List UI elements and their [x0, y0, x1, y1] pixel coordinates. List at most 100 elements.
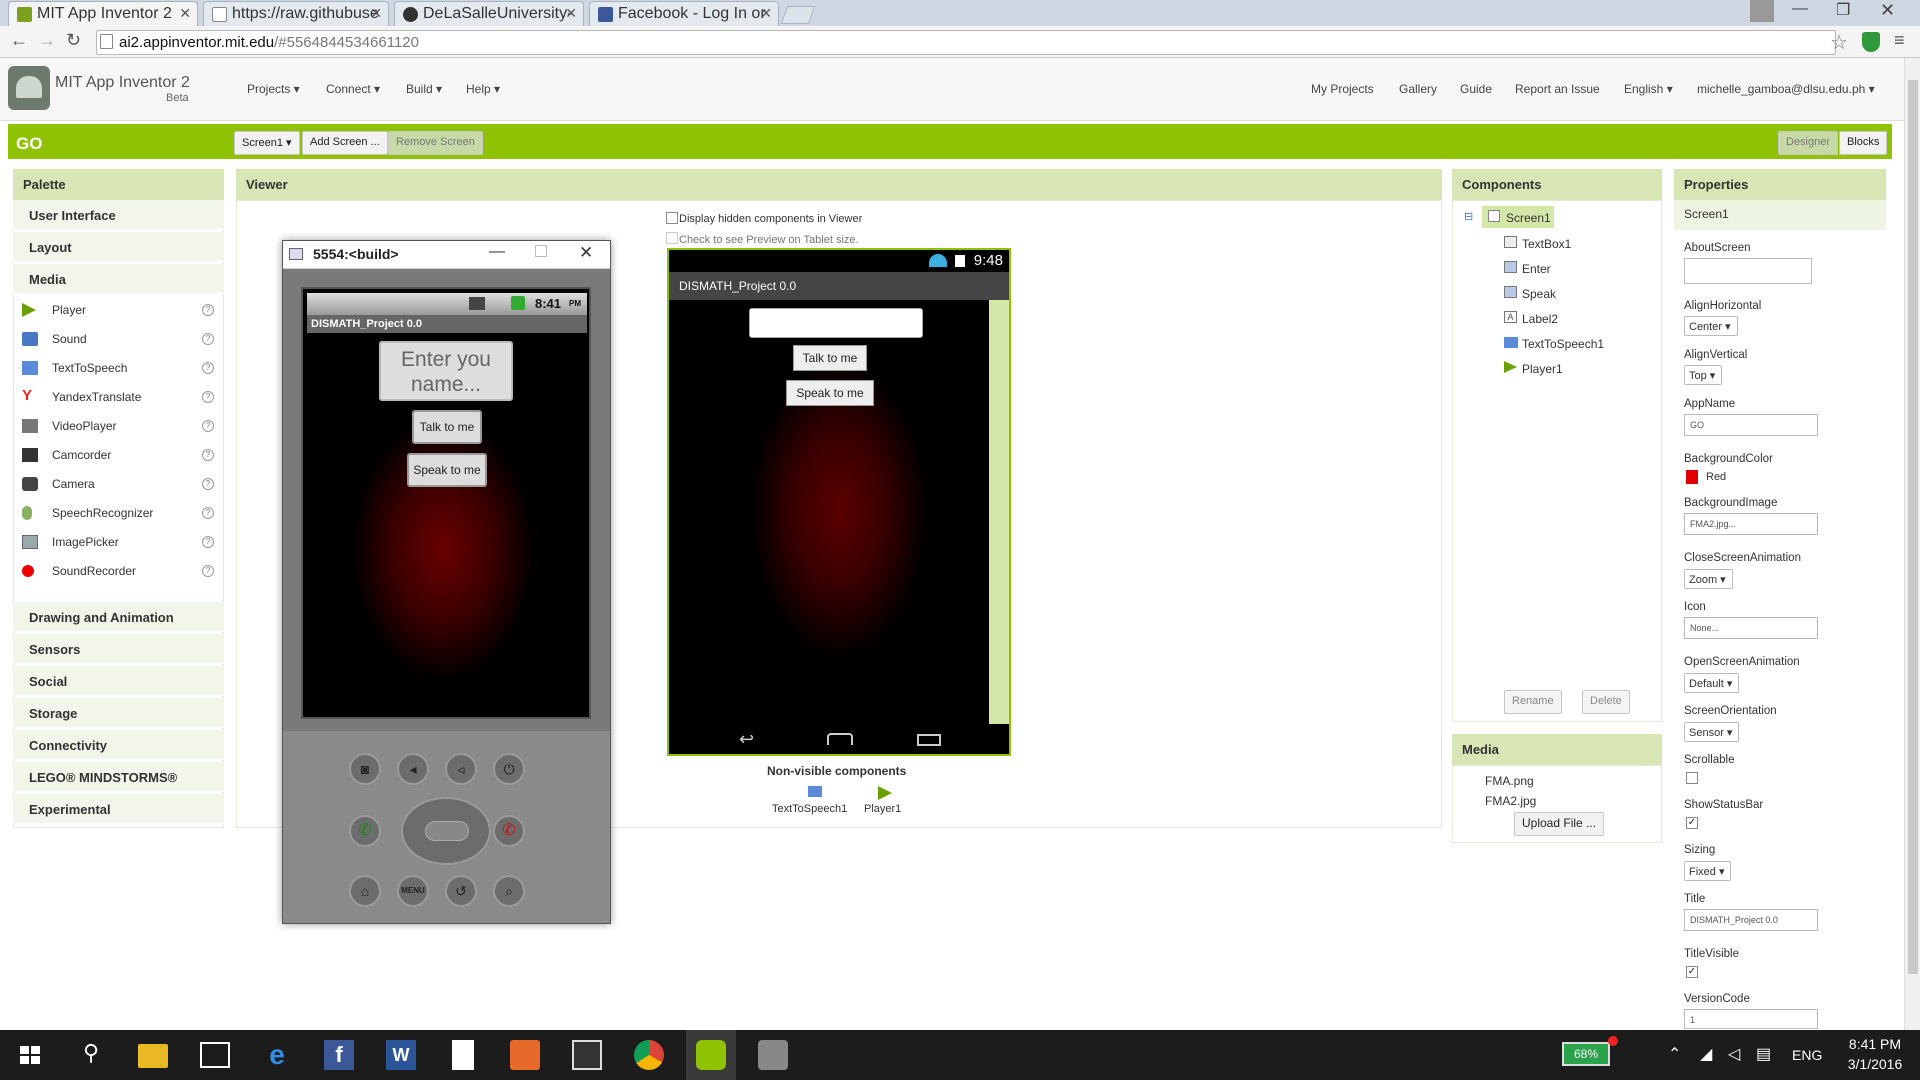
- rename-button[interactable]: Rename: [1504, 690, 1562, 714]
- palette-item-player[interactable]: Player?: [18, 297, 218, 325]
- palette-category-experimental[interactable]: Experimental: [13, 794, 224, 824]
- link-my-projects[interactable]: My Projects: [1311, 82, 1374, 96]
- palette-item-videoplayer[interactable]: VideoPlayer?: [18, 413, 218, 441]
- palette-item-camera[interactable]: Camera?: [18, 471, 218, 499]
- help-icon[interactable]: ?: [202, 391, 214, 403]
- home-key-icon[interactable]: ⌂: [349, 875, 381, 907]
- help-icon[interactable]: ?: [202, 507, 214, 519]
- media-file-fma-png[interactable]: FMA.png: [1485, 774, 1534, 788]
- prop-scrollable-checkbox[interactable]: [1686, 772, 1698, 784]
- nav-home-icon[interactable]: [827, 733, 853, 745]
- help-icon[interactable]: ?: [202, 304, 214, 316]
- prop-titlevisible-checkbox[interactable]: ✓: [1686, 966, 1698, 978]
- edge-icon[interactable]: e: [262, 1040, 292, 1070]
- account-dropdown[interactable]: michelle_gamboa@dlsu.edu.ph ▾: [1697, 82, 1875, 96]
- prop-appname-input[interactable]: GO: [1684, 414, 1818, 436]
- close-tab-icon[interactable]: ✕: [565, 5, 577, 22]
- tab-facebook[interactable]: Facebook - Log In or ✕: [589, 1, 779, 26]
- nonvisible-texttospeech[interactable]: TextToSpeech1: [772, 803, 847, 815]
- palette-item-soundrecorder[interactable]: SoundRecorder?: [18, 558, 218, 586]
- palette-item-sound[interactable]: Sound?: [18, 326, 218, 354]
- store-icon[interactable]: [200, 1042, 230, 1068]
- tree-item-screen1-selected[interactable]: Screen1: [1482, 206, 1554, 228]
- volume-up-key-icon[interactable]: ◃: [445, 753, 477, 785]
- tab-app-inventor[interactable]: MIT App Inventor 2 ✕: [8, 1, 198, 26]
- menu-build[interactable]: Build ▾: [406, 82, 442, 96]
- browser-menu-icon[interactable]: ≡: [1894, 30, 1905, 51]
- clock-time[interactable]: 8:41 PM: [1842, 1036, 1908, 1052]
- tree-collapse-toggle[interactable]: ⊟: [1464, 210, 1473, 223]
- upload-file-button[interactable]: Upload File ...: [1514, 812, 1605, 836]
- palette-category-media[interactable]: Media: [13, 264, 224, 294]
- viewer-speak-button[interactable]: Speak to me: [786, 380, 874, 406]
- palette-item-camcorder[interactable]: Camcorder?: [18, 442, 218, 470]
- help-icon[interactable]: ?: [202, 478, 214, 490]
- link-guide[interactable]: Guide: [1460, 82, 1492, 96]
- emulator-window[interactable]: 5554:<build> — ✕ 8:41 PM DISMATH_Project…: [282, 240, 611, 924]
- bookmark-star-icon[interactable]: ☆: [1830, 30, 1848, 55]
- back-key-icon[interactable]: ↺: [445, 875, 477, 907]
- battery-indicator[interactable]: 68%: [1562, 1042, 1610, 1066]
- palette-category-sensors[interactable]: Sensors: [13, 634, 224, 664]
- viewer-phone-preview[interactable]: 9:48 DISMATH_Project 0.0 Talk to me Spea…: [667, 248, 1011, 756]
- remove-screen-button[interactable]: Remove Screen: [388, 131, 483, 155]
- chrome-icon[interactable]: [634, 1040, 664, 1070]
- media-file-fma2-jpg[interactable]: FMA2.jpg: [1485, 794, 1536, 808]
- nav-recents-icon[interactable]: [917, 734, 941, 746]
- help-icon[interactable]: ?: [202, 333, 214, 345]
- palette-category-storage[interactable]: Storage: [13, 698, 224, 728]
- extension-shield-icon[interactable]: [1862, 32, 1880, 52]
- add-screen-button[interactable]: Add Screen ...: [302, 131, 388, 155]
- emulator-name-textbox[interactable]: Enter you name...: [379, 341, 513, 401]
- word-icon[interactable]: W: [386, 1040, 416, 1070]
- tab-github-raw[interactable]: https://raw.githubuse ✕: [203, 1, 389, 26]
- close-tab-icon[interactable]: ✕: [760, 5, 772, 22]
- palette-category-drawing-animation[interactable]: Drawing and Animation: [13, 602, 224, 632]
- palette-category-user-interface[interactable]: User Interface: [13, 200, 224, 230]
- action-center-icon[interactable]: ▤: [1756, 1044, 1771, 1064]
- palette-category-layout[interactable]: Layout: [13, 232, 224, 262]
- help-icon[interactable]: ?: [202, 449, 214, 461]
- help-icon[interactable]: ?: [202, 420, 214, 432]
- prop-icon-picker[interactable]: None...: [1684, 617, 1818, 639]
- prop-openscreenanimation-dropdown[interactable]: Default ▾: [1684, 673, 1740, 693]
- palette-item-texttospeech[interactable]: TextToSpeech?: [18, 355, 218, 383]
- link-gallery[interactable]: Gallery: [1399, 82, 1437, 96]
- language-dropdown[interactable]: English ▾: [1624, 82, 1673, 96]
- app-inventor-logo-icon[interactable]: [8, 66, 50, 110]
- blocks-button[interactable]: Blocks: [1839, 131, 1888, 155]
- app-inventor-taskbar-icon[interactable]: [758, 1040, 788, 1070]
- minimize-window-icon[interactable]: —: [1792, 0, 1808, 18]
- palette-category-lego-mindstorms[interactable]: LEGO® MINDSTORMS®: [13, 762, 224, 792]
- video-editor-icon[interactable]: [572, 1040, 602, 1070]
- power-key-icon[interactable]: ⏻: [493, 753, 525, 785]
- emulator-speak-button[interactable]: Speak to me: [407, 453, 487, 487]
- call-key-icon[interactable]: ✆: [349, 815, 381, 847]
- facebook-app-icon[interactable]: f: [324, 1040, 354, 1070]
- help-icon[interactable]: ?: [202, 565, 214, 577]
- camera-key-icon[interactable]: ◙: [349, 753, 381, 785]
- close-tab-icon[interactable]: ✕: [179, 5, 191, 22]
- link-report-issue[interactable]: Report an Issue: [1515, 82, 1600, 96]
- screen-select-dropdown[interactable]: Screen1 ▾: [234, 131, 300, 155]
- designer-button[interactable]: Designer: [1778, 131, 1839, 155]
- file-explorer-icon[interactable]: [138, 1044, 168, 1068]
- palette-category-connectivity[interactable]: Connectivity: [13, 730, 224, 760]
- tablet-preview-checkbox[interactable]: [666, 232, 678, 244]
- network-icon[interactable]: ◢: [1700, 1044, 1712, 1064]
- palette-item-speechrecognizer[interactable]: SpeechRecognizer?: [18, 500, 218, 528]
- prop-alignhorizontal-dropdown[interactable]: Center ▾: [1684, 316, 1738, 336]
- palette-category-social[interactable]: Social: [13, 666, 224, 696]
- menu-connect[interactable]: Connect ▾: [326, 82, 380, 96]
- prop-screenorientation-dropdown[interactable]: Sensor ▾: [1684, 722, 1740, 742]
- media-player-icon[interactable]: [510, 1040, 540, 1070]
- emulator-close-icon[interactable]: ✕: [579, 243, 593, 263]
- page-scrollbar[interactable]: [1904, 58, 1920, 1030]
- help-icon[interactable]: ?: [202, 362, 214, 374]
- windows-start-icon[interactable]: [16, 1040, 46, 1070]
- page-info-icon[interactable]: [100, 34, 113, 49]
- tab-github-dlsu[interactable]: DeLaSalleUniversity- ✕: [394, 1, 584, 26]
- backgroundcolor-swatch[interactable]: [1686, 470, 1698, 484]
- nonvisible-player[interactable]: Player1: [864, 803, 901, 815]
- dpad[interactable]: [401, 797, 491, 865]
